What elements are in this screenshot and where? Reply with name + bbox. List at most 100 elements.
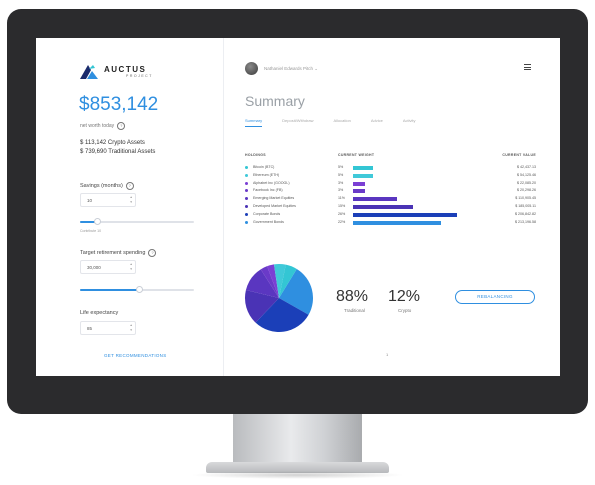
savings-slider[interactable]	[80, 218, 194, 225]
table-row[interactable]: Emerging Market Equities 11% $ 110,905.45	[224, 195, 560, 203]
chevron-down-icon: ⌄	[314, 66, 319, 71]
row-weight-bar	[353, 181, 365, 186]
target-spending-input[interactable]: 30,000 ▴ ▾	[80, 260, 136, 274]
holdings-column-header: HOLDINGS	[245, 153, 266, 157]
table-row[interactable]: Corporate Bonds 26% $ 206,842.82	[224, 211, 560, 219]
hamburger-menu-icon[interactable]	[524, 64, 531, 72]
tab-deposit-withdraw[interactable]: Deposit/Withdraw	[282, 118, 313, 127]
logo[interactable]: AUCTUS PROJECT	[78, 64, 153, 80]
target-spending-slider-fill	[80, 289, 140, 291]
life-expectancy-input[interactable]: 85 ▴ ▾	[80, 321, 136, 335]
life-expectancy-label-text: Life expectancy	[80, 310, 119, 316]
row-holding-name: Government Bonds	[253, 219, 284, 224]
monitor-shadow	[190, 471, 405, 479]
main-panel: Nathaniel Edwards Pitch ⌄ Summary Summar…	[224, 38, 560, 376]
row-current-value: $ 42,437.13	[517, 165, 536, 169]
weight-column-header: CURRENT WEIGHT	[338, 153, 375, 157]
traditional-assets-line: $ 739,690 Traditional Assets	[80, 149, 156, 155]
tab-bar: Summary Deposit/Withdraw Allocation Advi…	[245, 118, 436, 127]
net-worth-label-text: net worth today	[80, 123, 115, 129]
row-holding-name: Ethereum (ETH)	[253, 172, 280, 177]
page-title: Summary	[245, 93, 305, 109]
question-icon[interactable]: ?	[125, 182, 134, 190]
row-current-value: $ 110,905.45	[515, 196, 536, 201]
table-row[interactable]: Facebook Inc (FB) 3% $ 20,298.26	[224, 187, 560, 195]
row-color-dot	[245, 205, 248, 208]
row-color-dot	[245, 181, 248, 185]
auctus-logo-icon	[80, 65, 98, 79]
tab-allocation[interactable]: Allocation	[333, 118, 350, 127]
savings-stepper[interactable]: ▴ ▾	[130, 195, 132, 205]
row-weight-bar	[353, 205, 413, 209]
row-weight-percent: 5%	[338, 165, 344, 169]
target-spending-slider[interactable]	[80, 286, 194, 293]
row-holding-name: Developed Market Equities	[253, 204, 296, 208]
row-weight-bar	[353, 189, 365, 194]
traditional-percentage: 88%	[336, 288, 369, 305]
target-spending-slider-thumb[interactable]	[135, 286, 143, 293]
question-icon[interactable]: ?	[117, 122, 126, 130]
table-row[interactable]: Alphabet Inc (GOOGL) 3% $ 22,085.20	[224, 180, 560, 188]
savings-hint: Contribute 10	[80, 229, 102, 233]
savings-input-value: 10	[87, 198, 93, 203]
target-spending-label-text: Target retirement spending	[80, 250, 146, 256]
table-row[interactable]: Developed Market Equities 15% $ 185,005.11	[224, 203, 560, 211]
row-holding-name: Bitcoin (BTC)	[253, 165, 275, 169]
crypto-label: Crypto	[398, 308, 412, 313]
row-weight-percent: 11%	[338, 196, 345, 201]
savings-slider-thumb[interactable]	[93, 218, 101, 225]
tab-advice[interactable]: Advice	[371, 118, 383, 127]
row-color-dot	[245, 220, 248, 224]
avatar[interactable]	[245, 62, 258, 75]
net-worth-value: $853,142	[79, 94, 159, 115]
page-number: 1	[386, 352, 389, 357]
value-column-header: CURRENT VALUE	[502, 153, 536, 157]
row-weight-bar	[353, 212, 457, 217]
row-color-dot	[245, 212, 248, 216]
row-current-value: $ 20,298.26	[517, 188, 536, 193]
traditional-label: Traditional	[344, 308, 365, 313]
savings-input[interactable]: 10 ▴ ▾	[80, 193, 136, 207]
get-recommendations-button[interactable]: GET RECOMMENDATIONS	[104, 353, 167, 358]
row-current-value: $ 185,005.11	[515, 204, 536, 208]
row-holding-name: Facebook Inc (FB)	[253, 188, 283, 193]
row-current-value: $ 54,125.46	[517, 172, 536, 177]
row-weight-percent: 15%	[338, 204, 346, 208]
rebalancing-button[interactable]: REBALANCING	[455, 290, 535, 304]
row-holding-name: Emerging Market Equities	[253, 196, 295, 201]
user-name-text: Nathaniel Edwards Pitch	[264, 66, 314, 71]
life-expectancy-input-value: 85	[87, 326, 93, 331]
row-weight-bar	[353, 220, 441, 225]
row-weight-percent: 3%	[338, 180, 344, 185]
row-color-dot	[245, 166, 248, 169]
user-name[interactable]: Nathaniel Edwards Pitch ⌄	[264, 66, 318, 72]
table-row[interactable]: Ethereum (ETH) 5% $ 54,125.46	[224, 172, 560, 180]
allocation-pie-chart	[245, 264, 313, 332]
savings-label-text: Savings (months)	[80, 183, 123, 189]
life-expectancy-label: Life expectancy	[80, 310, 118, 316]
row-weight-percent: 22%	[338, 219, 346, 224]
row-current-value: $ 206,842.82	[515, 211, 536, 216]
row-weight-bar	[353, 197, 397, 202]
sidebar: AUCTUS PROJECT $853,142 net worth today …	[36, 38, 224, 376]
logo-text: AUCTUS	[104, 64, 147, 74]
row-holding-name: Corporate Bonds	[253, 211, 281, 216]
target-spending-input-value: 30,000	[87, 265, 101, 270]
table-row[interactable]: Government Bonds 22% $ 213,196.58	[224, 219, 560, 227]
logo-subtext: PROJECT	[126, 73, 153, 78]
row-weight-bar	[353, 173, 373, 178]
row-weight-percent: 5%	[338, 172, 344, 177]
tab-activity[interactable]: Activity	[403, 118, 416, 127]
net-worth-label: net worth today ?	[80, 122, 126, 130]
question-icon[interactable]: ?	[148, 249, 157, 257]
crypto-assets-line: $ 113,142 Crypto Assets	[80, 140, 145, 146]
target-spending-stepper[interactable]: ▴ ▾	[130, 262, 132, 272]
life-expectancy-stepper[interactable]: ▴ ▾	[130, 323, 132, 333]
screen: AUCTUS PROJECT $853,142 net worth today …	[36, 38, 560, 376]
crypto-percentage: 12%	[388, 288, 421, 305]
row-holding-name: Alphabet Inc (GOOGL)	[253, 180, 290, 185]
tab-summary[interactable]: Summary	[245, 118, 263, 127]
row-weight-percent: 3%	[338, 188, 344, 193]
table-row[interactable]: Bitcoin (BTC) 5% $ 42,437.13	[224, 164, 560, 172]
row-weight-percent: 26%	[338, 211, 346, 216]
